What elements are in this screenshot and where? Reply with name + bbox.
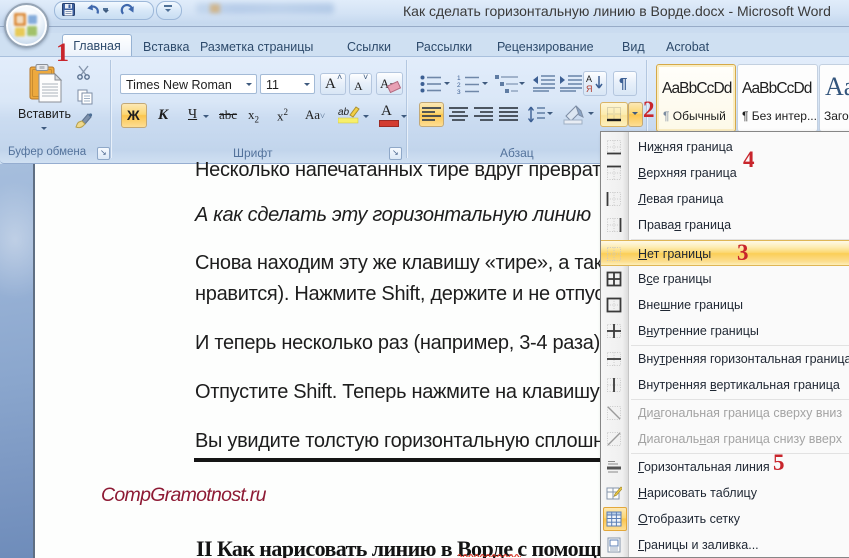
svg-text:2: 2 — [457, 82, 461, 89]
svg-text:1: 1 — [457, 75, 461, 82]
svg-text:Я: Я — [586, 84, 593, 93]
svg-text:3: 3 — [457, 89, 461, 94]
svg-text:ab: ab — [338, 107, 350, 118]
svg-text:А: А — [586, 74, 592, 84]
